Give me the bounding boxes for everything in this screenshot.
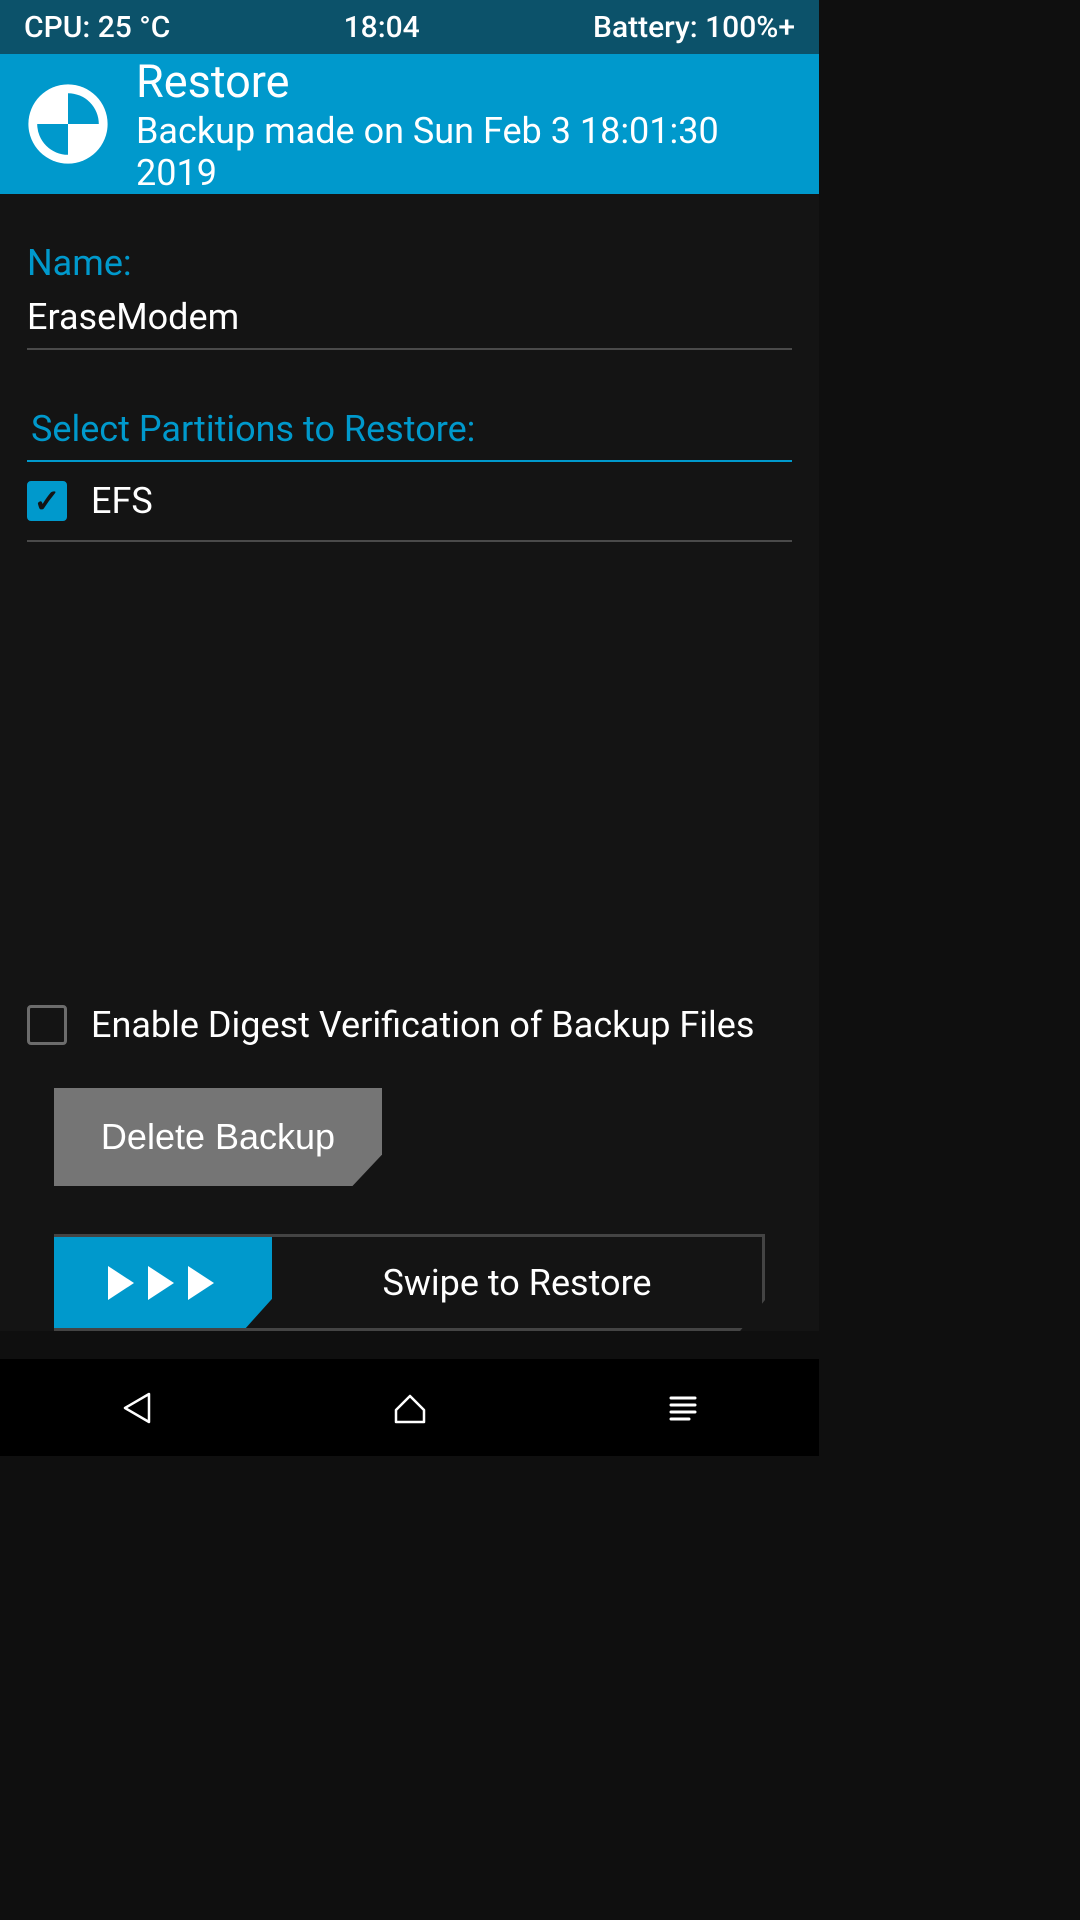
navigation-bar — [0, 1359, 819, 1456]
name-label: Name: — [27, 242, 792, 284]
partition-checkbox-efs[interactable]: ✓ — [27, 481, 67, 521]
page-subtitle: Backup made on Sun Feb 3 18:01:30 2019 — [136, 110, 795, 194]
status-bar: CPU: 25 °C 18:04 Battery: 100%+ — [0, 0, 819, 54]
home-icon — [390, 1388, 430, 1428]
cpu-temp-label: CPU: 25 °C — [24, 10, 170, 45]
swipe-handle[interactable] — [54, 1237, 272, 1328]
digest-checkbox[interactable] — [27, 1005, 67, 1045]
spacer — [27, 542, 792, 986]
header: Restore Backup made on Sun Feb 3 18:01:3… — [0, 54, 819, 194]
partition-item-efs[interactable]: ✓ EFS — [27, 462, 792, 542]
delete-backup-button[interactable]: Delete Backup — [54, 1088, 382, 1186]
name-value[interactable]: EraseModem — [27, 296, 792, 350]
home-button[interactable] — [385, 1383, 435, 1433]
back-icon — [119, 1390, 155, 1426]
content-area: Name: EraseModem Select Partitions to Re… — [0, 194, 819, 1331]
partition-label: EFS — [91, 480, 153, 522]
recent-button[interactable] — [658, 1383, 708, 1433]
back-button[interactable] — [112, 1383, 162, 1433]
header-text: Restore Backup made on Sun Feb 3 18:01:3… — [136, 55, 795, 194]
menu-icon — [665, 1390, 701, 1426]
page-title: Restore — [136, 55, 795, 108]
twrp-logo-icon — [24, 80, 112, 168]
partitions-section-title: Select Partitions to Restore: — [27, 408, 792, 462]
time-label: 18:04 — [344, 10, 420, 45]
digest-label: Enable Digest Verification of Backup Fil… — [91, 1004, 754, 1046]
battery-label: Battery: 100%+ — [593, 10, 795, 45]
swipe-label: Swipe to Restore — [272, 1262, 762, 1304]
swipe-arrows-icon — [108, 1266, 218, 1300]
swipe-to-restore-slider[interactable]: Swipe to Restore — [54, 1234, 765, 1331]
checkmark-icon: ✓ — [34, 485, 61, 517]
digest-verification-option[interactable]: Enable Digest Verification of Backup Fil… — [27, 986, 792, 1064]
